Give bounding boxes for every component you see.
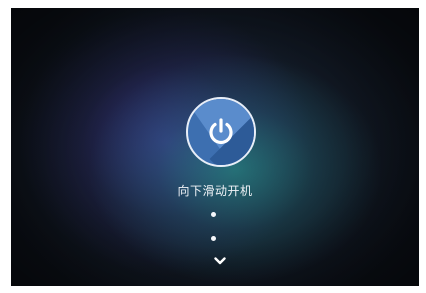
chevron-down-icon bbox=[214, 257, 226, 265]
swipe-indicator-dot bbox=[211, 212, 216, 217]
device-frame: 向下滑动开机 bbox=[0, 0, 426, 293]
power-button[interactable] bbox=[186, 97, 256, 167]
lock-screen: 向下滑动开机 bbox=[11, 8, 419, 286]
swipe-indicator-dot bbox=[211, 236, 216, 241]
slide-to-power-on-hint: 向下滑动开机 bbox=[177, 184, 253, 198]
power-icon bbox=[209, 118, 233, 145]
